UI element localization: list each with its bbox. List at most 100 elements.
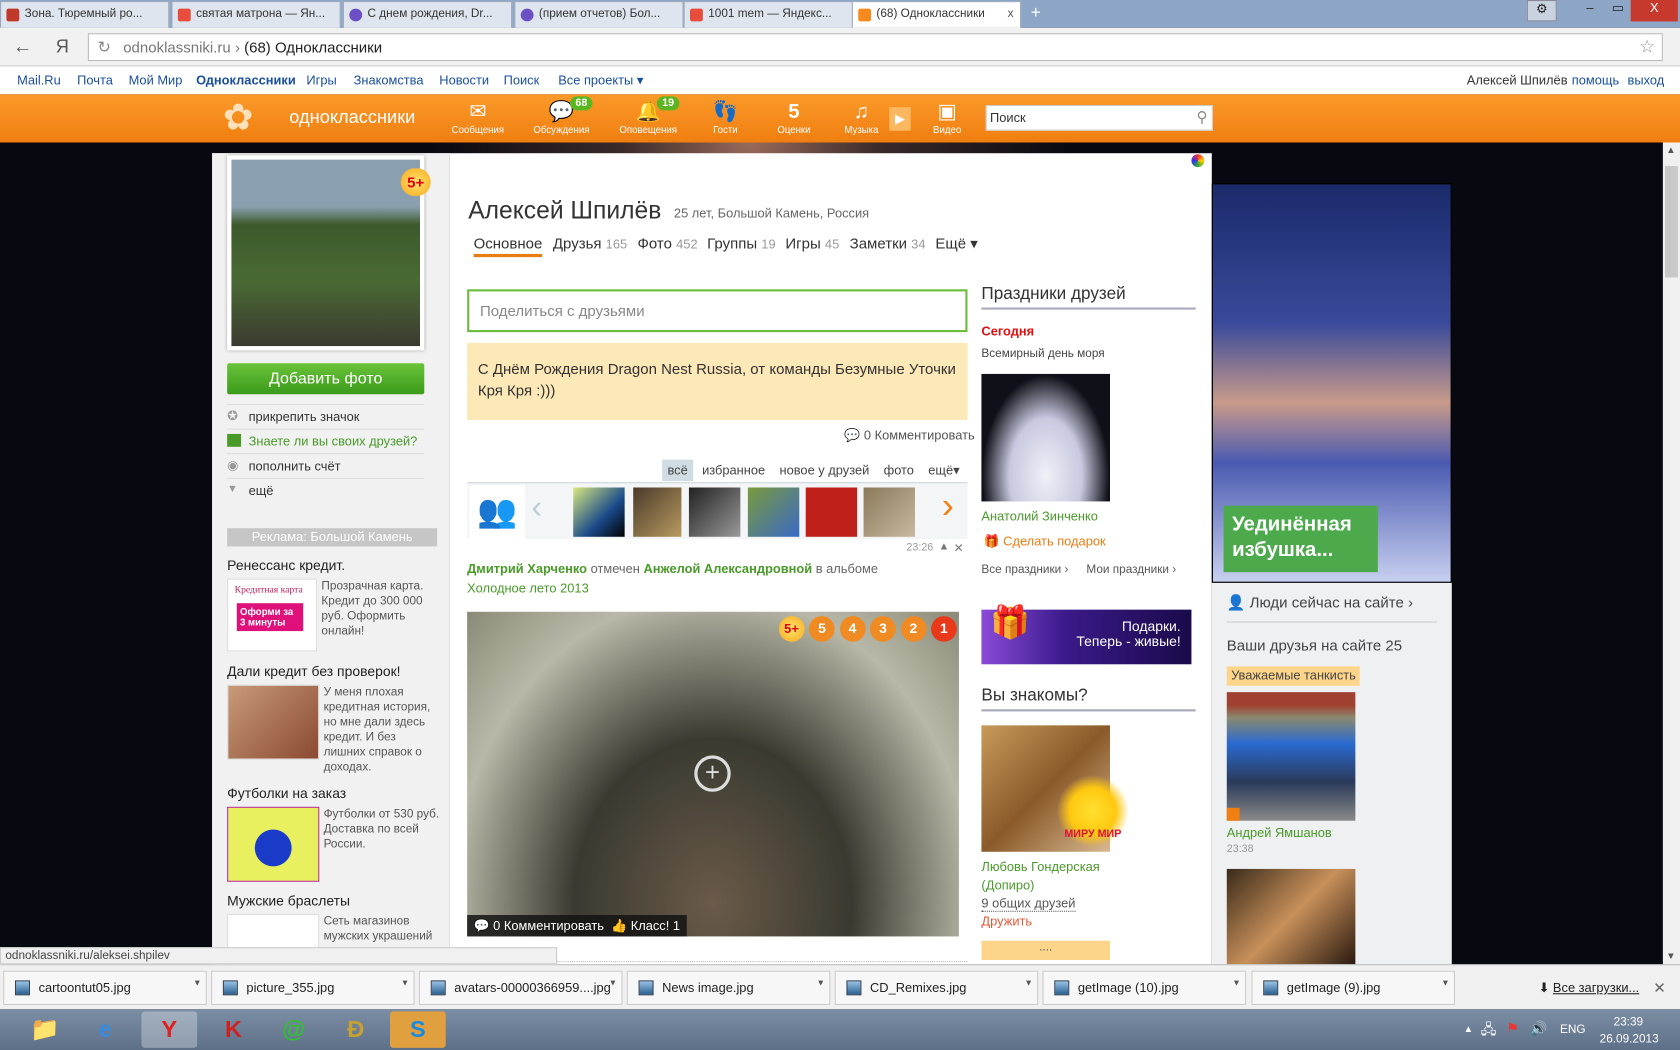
link-all-projects[interactable]: Все проекты ▾ (558, 73, 643, 88)
link-moy-mir[interactable]: Мой Мир (129, 73, 183, 88)
friend-thumb[interactable] (863, 487, 916, 537)
suggested-person-link[interactable]: Любовь Гондерская (Допиро) (981, 858, 1110, 894)
maximize-button[interactable]: ▭ (1603, 0, 1633, 21)
friend-photo[interactable] (1226, 868, 1356, 965)
scroll-down-arrow[interactable]: ▼ (1666, 950, 1676, 961)
friend-name-link[interactable]: Андрей Ямшанов (1227, 825, 1332, 840)
dropdown-arrow-icon[interactable]: ▼ (1232, 978, 1240, 988)
flag-icon[interactable]: ⚑ (1506, 1020, 1518, 1037)
link-igry[interactable]: Игры (306, 73, 336, 88)
clock-date[interactable]: 26.09.2013 (1600, 1033, 1659, 1046)
network-icon[interactable]: 🖧 (1481, 1020, 1497, 1044)
scrollbar-thumb[interactable] (1665, 166, 1678, 278)
kaspersky-icon[interactable]: K (206, 1011, 262, 1047)
skype-icon[interactable]: S (390, 1011, 446, 1048)
ad-title[interactable]: Мужские браслеты (227, 893, 350, 909)
ok-logo-leaf-icon[interactable]: ✿ (223, 96, 254, 139)
zoom-in-icon[interactable]: + (694, 755, 731, 792)
my-holidays-link[interactable]: Мои праздники › (1086, 564, 1176, 577)
rate-1-button[interactable]: 1 (931, 616, 957, 642)
friend-thumb[interactable] (747, 487, 800, 537)
nav-ratings[interactable]: 5 Оценки (762, 101, 826, 135)
link-novosti[interactable]: Новости (439, 73, 489, 88)
ad-text[interactable]: Прозрачная карта. Кредит до 300 000 руб.… (321, 579, 437, 639)
settings-icon[interactable]: ⚙ (1526, 0, 1557, 22)
download-item[interactable]: picture_355.jpg ▼ (211, 970, 415, 1006)
add-friend-link[interactable]: Дружить (981, 914, 1032, 929)
pin-badge-link[interactable]: ✪ прикрепить значок (227, 403, 425, 429)
winter-ad-banner[interactable]: Уединённая избушка... (1211, 183, 1452, 583)
dropdown-arrow-icon[interactable]: ▼ (1024, 978, 1032, 988)
tab-more[interactable]: Ещё ▾ (935, 235, 977, 253)
suggested-person-photo[interactable]: МИРУ МИР (981, 725, 1130, 852)
scroll-up-arrow[interactable]: ▲ (1666, 145, 1676, 156)
photo-comment-link[interactable]: 0 Комментировать (493, 918, 604, 933)
game-icon[interactable]: Ð (328, 1011, 384, 1047)
download-item[interactable]: avatars-00000366959....jpg ▼ (418, 970, 623, 1006)
rate-5plus-button[interactable]: 5+ (778, 616, 805, 642)
feed-photo[interactable]: + 5+ 5 4 3 2 1 💬 0 Комментировать 👍 Клас… (467, 611, 959, 937)
language-indicator[interactable]: ENG (1560, 1023, 1586, 1036)
ad-title[interactable]: Футболки на заказ (227, 785, 346, 801)
dropdown-arrow-icon[interactable]: ▼ (817, 978, 825, 988)
nav-discussions[interactable]: 💬 68 Обсуждения (529, 96, 593, 135)
yandex-button[interactable]: Я (56, 36, 69, 57)
add-photo-button[interactable]: Добавить фото (227, 363, 425, 395)
tab-games[interactable]: Игры 45 (785, 235, 839, 252)
browser-tab[interactable]: С днем рождения, Dr... (342, 1, 513, 28)
filter-more[interactable]: ещё▾ (923, 460, 965, 481)
dropdown-arrow-icon[interactable]: ▼ (193, 978, 201, 988)
download-item[interactable]: getImage (9).jpg ▼ (1251, 970, 1456, 1006)
status-comment-link[interactable]: 💬 0 Комментировать (844, 428, 974, 443)
friend-thumb[interactable] (633, 487, 682, 537)
event-user-link[interactable]: Дмитрий Харченко (467, 561, 587, 576)
page-scrollbar[interactable]: ▲ ▼ (1662, 142, 1680, 965)
browser-tab[interactable]: святая матрона — Ян... (171, 1, 341, 28)
tray-expand-icon[interactable]: ▲ (1464, 1023, 1474, 1034)
event-by-link[interactable]: Анжелой Александровной (643, 561, 812, 576)
nav-notifications[interactable]: 🔔 19 Оповещения (616, 96, 680, 135)
ad-text[interactable]: Сеть магазинов мужских украшений (324, 914, 440, 944)
filter-favorites[interactable]: избранное (697, 460, 771, 481)
ad-image[interactable] (227, 684, 320, 760)
tab-friends[interactable]: Друзья 165 (553, 235, 627, 252)
nav-video[interactable]: ▣ Видео (915, 101, 979, 135)
music-play-button[interactable]: ▶ (889, 107, 911, 131)
report-icon[interactable]: ▲ (939, 541, 950, 553)
tab-notes[interactable]: Заметки 34 (850, 235, 926, 252)
mail-agent-icon[interactable]: @ (266, 1011, 322, 1047)
browser-tab[interactable]: Зона. Тюремный ро... (0, 1, 170, 28)
reload-icon[interactable]: ↻ (98, 38, 111, 57)
browser-tab[interactable]: 1001 mem — Яндекс... (683, 1, 853, 28)
download-item[interactable]: cartoontut05.jpg ▼ (3, 970, 207, 1006)
friend-photo[interactable] (1226, 692, 1356, 821)
ad-title[interactable]: Ренессанс кредит. (227, 557, 345, 573)
rate-4-button[interactable]: 4 (839, 616, 866, 642)
ad-image[interactable] (227, 806, 320, 882)
dropdown-arrow-icon[interactable]: ▼ (609, 978, 617, 988)
tab-main[interactable]: Основное (473, 235, 543, 258)
download-item[interactable]: News image.jpg ▼ (626, 970, 831, 1006)
photo-like-link[interactable]: Класс! 1 (631, 918, 680, 933)
user-name-link[interactable]: Алексей Шпилёв (1467, 73, 1568, 88)
link-odnoklassniki[interactable]: Одноклассники (196, 73, 296, 88)
search-input[interactable]: Поиск ⚲ (985, 105, 1213, 131)
link-poisk[interactable]: Поиск (504, 73, 540, 88)
ad-image[interactable]: Кредитная карта Оформи за 3 минуты (227, 578, 318, 652)
rate-2-button[interactable]: 2 (900, 616, 927, 642)
friend-thumb[interactable] (805, 487, 858, 537)
all-downloads-link[interactable]: ⬇ Все загрузки... (1539, 980, 1640, 995)
close-tab-icon[interactable]: x (1008, 8, 1014, 21)
nav-music[interactable]: ♫ Музыка (829, 101, 893, 135)
gifts-banner[interactable]: 🎁 Подарки. Теперь - живые! (981, 607, 1192, 665)
browser-tab[interactable]: (прием отчетов) Бол... (514, 1, 684, 28)
send-gift-link[interactable]: 🎁 Сделать подарок (984, 534, 1106, 549)
profile-photo[interactable] (227, 155, 425, 351)
all-holidays-link[interactable]: Все праздники › (981, 564, 1068, 577)
rate-3-button[interactable]: 3 (870, 616, 896, 642)
tab-groups[interactable]: Группы 19 (707, 235, 775, 252)
more-link[interactable]: ▼ ещё (227, 477, 425, 503)
ok-logo[interactable]: одноклассники (289, 107, 415, 128)
rate-5-button[interactable]: 5 (809, 616, 835, 642)
know-friends-link[interactable]: Знаете ли вы своих друзей? (227, 428, 425, 454)
